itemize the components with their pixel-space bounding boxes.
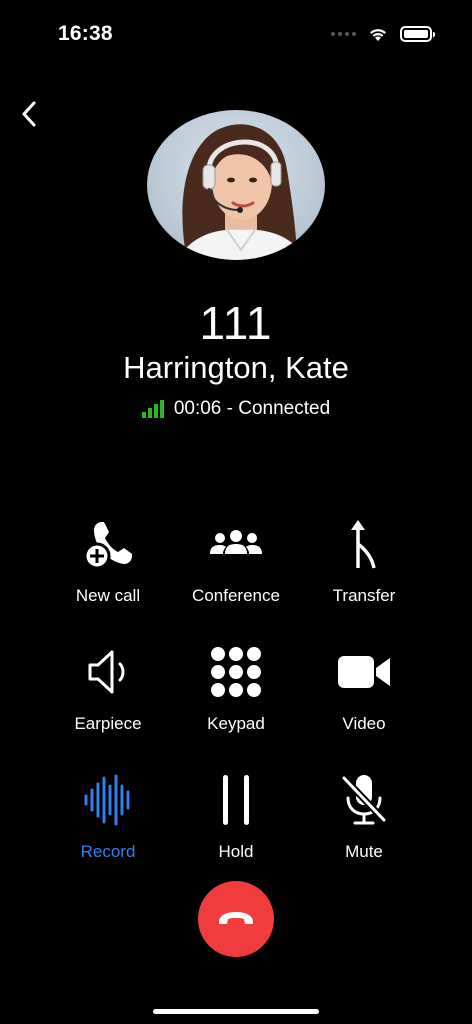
- keypad-icon: [208, 644, 264, 700]
- hang-up-icon: [219, 912, 253, 924]
- earpiece-button[interactable]: Earpiece: [38, 644, 178, 734]
- call-screen: 16:38 111 Harrington, Kate 00:06 - Conne…: [0, 0, 472, 1024]
- chevron-left-icon: [22, 101, 36, 127]
- end-call-button[interactable]: [198, 881, 274, 957]
- keypad-label: Keypad: [207, 714, 265, 733]
- hold-button[interactable]: Hold: [166, 772, 306, 862]
- caller-number: 111: [199, 297, 273, 349]
- signal-strength-icon: [141, 400, 164, 418]
- mute-label: Mute: [345, 842, 383, 861]
- avatar: [146, 110, 326, 260]
- caller-name: Harrington, Kate: [123, 350, 349, 385]
- new-call-icon: [80, 516, 136, 572]
- earpiece-label: Earpiece: [74, 714, 142, 733]
- speaker-icon: [80, 644, 136, 700]
- hold-label: Hold: [218, 842, 254, 861]
- transfer-icon: [336, 516, 392, 572]
- call-status-text: 00:06 - Connected: [173, 398, 331, 419]
- conference-button[interactable]: Conference: [166, 516, 306, 606]
- record-button[interactable]: Record: [38, 772, 178, 862]
- microphone-slash-icon: [336, 772, 392, 828]
- new-call-label: New call: [75, 586, 141, 605]
- battery-icon: [400, 26, 435, 42]
- home-indicator[interactable]: [153, 1009, 319, 1014]
- waveform-icon: [80, 772, 136, 828]
- call-status: 00:06 - Connected: [0, 398, 472, 420]
- video-label: Video: [342, 714, 386, 733]
- transfer-button[interactable]: Transfer: [294, 516, 434, 606]
- new-call-button[interactable]: New call: [38, 516, 178, 606]
- status-time: 16:38: [58, 22, 113, 45]
- keypad-button[interactable]: Keypad: [166, 644, 306, 734]
- back-button[interactable]: [14, 96, 44, 132]
- wifi-icon: [370, 28, 386, 41]
- mute-button[interactable]: Mute: [294, 772, 434, 862]
- video-button[interactable]: Video: [294, 644, 434, 734]
- record-label: Record: [80, 842, 136, 861]
- video-icon: [336, 644, 392, 700]
- conference-label: Conference: [192, 586, 280, 605]
- transfer-label: Transfer: [332, 586, 396, 605]
- cellular-signal-icon: [331, 32, 356, 36]
- conference-icon: [208, 516, 264, 572]
- status-icons: [331, 26, 435, 42]
- pause-icon: [208, 772, 264, 828]
